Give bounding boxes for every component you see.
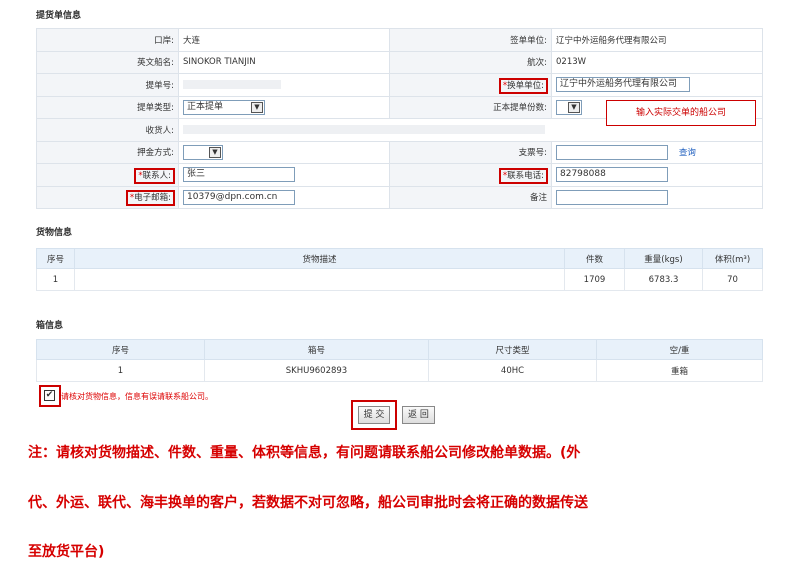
phone-label-cell: *联系电话: (389, 163, 552, 187)
orig-copies-label: 正本提单份数: (389, 95, 552, 119)
cargo-cell (74, 268, 565, 291)
cheque-cell: 查询 (551, 140, 763, 164)
deposit-cell: ▼ (178, 140, 390, 164)
ship-name-label: 英文船名: (36, 50, 179, 74)
phone-input[interactable]: 82798088 (556, 167, 668, 183)
port-value: 大连 (178, 28, 390, 52)
cargo-header: 重量(kgs) (624, 248, 703, 269)
query-link[interactable]: 查询 (679, 148, 696, 158)
box-table: 序号 箱号 尺寸类型 空/重 1 SKHU9602893 40HC 重箱 (36, 339, 763, 382)
box-header: 序号 (36, 339, 205, 360)
signer-value: 辽宁中外运船务代理有限公司 (551, 28, 763, 52)
chevron-down-icon: ▼ (568, 101, 580, 113)
table-row: 1 SKHU9602893 40HC 重箱 (36, 359, 763, 382)
deposit-select[interactable]: ▼ (183, 144, 223, 160)
annotation-callout: 输入实际交单的船公司 (606, 100, 756, 126)
box-section-title: 箱信息 (36, 321, 64, 331)
chevron-down-icon: ▼ (209, 146, 221, 158)
exchange-label-text: 换单单位: (507, 80, 544, 91)
redacted-field (183, 79, 281, 89)
bill-type-select[interactable]: 正本提单 ▼ (183, 99, 265, 115)
email-cell: 10379@dpn.com.cn (178, 185, 390, 209)
cargo-cell: 1709 (564, 268, 625, 291)
signer-label: 签单单位: (389, 28, 552, 52)
ship-name-value: SINOKOR TIANJIN (178, 50, 390, 74)
voyage-value: 0213W (551, 50, 763, 74)
phone-cell: 82798088 (551, 163, 763, 187)
phone-label: *联系电话: (498, 167, 549, 184)
contact-cell: 张三 (178, 163, 390, 187)
deposit-label: 押金方式: (36, 140, 179, 164)
email-input[interactable]: 10379@dpn.com.cn (183, 189, 295, 205)
cargo-cell: 1 (36, 268, 75, 291)
email-label: *电子邮箱: (125, 190, 176, 207)
redacted-field (183, 124, 545, 134)
contact-input[interactable]: 张三 (183, 167, 295, 183)
back-button-wrap: 返 回 (402, 406, 435, 424)
confirm-checkbox-frame: ✔ (39, 385, 61, 407)
table-row: 1 1709 6783.3 70 (36, 268, 763, 291)
note-line-1: 注：请核对货物描述、件数、重量、体积等信息，有问题请联系船公司修改舱单数据。(外 (28, 445, 581, 461)
orig-copies-select[interactable]: ▼ (556, 99, 582, 115)
cargo-table: 序号 货物描述 件数 重量(kgs) 体积(m³) 1 1709 6783.3 … (36, 248, 763, 291)
cargo-header: 货物描述 (74, 248, 565, 269)
box-cell: 40HC (428, 359, 597, 382)
phone-label-text: 联系电话: (507, 170, 544, 181)
exchange-label-cell: *换单单位: (389, 73, 552, 97)
port-label: 口岸: (36, 28, 179, 52)
cheque-input[interactable] (556, 144, 668, 160)
confirm-text: 请核对货物信息，信息有误请联系船公司。 (61, 391, 213, 401)
cargo-cell: 70 (702, 268, 763, 291)
note-line-3: 至放货平台) (28, 544, 105, 560)
bill-no-label: 提单号: (36, 73, 179, 97)
cheque-label: 支票号: (389, 140, 552, 164)
back-button[interactable]: 返 回 (402, 406, 435, 424)
note-line-2: 代、外运、联代、海丰换单的客户，若数据不对可忽略，船公司审批时会将正确的数据传送 (28, 495, 588, 511)
bill-section-title: 提货单信息 (36, 11, 82, 21)
confirm-checkbox[interactable]: ✔ (44, 390, 55, 401)
cargo-header: 序号 (36, 248, 75, 269)
contact-label: *联系人: (134, 167, 175, 184)
cargo-section-title: 货物信息 (36, 228, 73, 238)
remark-cell (551, 185, 763, 209)
consignee-label: 收货人: (36, 118, 179, 142)
box-cell: 重箱 (596, 359, 763, 382)
bill-type-cell: 正本提单 ▼ (178, 95, 390, 119)
confirm-row: ✔ 请核对货物信息，信息有误请联系船公司。 (39, 385, 213, 407)
email-label-cell: *电子邮箱: (36, 185, 179, 209)
bill-no-value (178, 73, 390, 97)
box-cell: SKHU9602893 (204, 359, 429, 382)
box-header: 箱号 (204, 339, 429, 360)
exchange-input[interactable]: 辽宁中外运船务代理有限公司 (556, 77, 690, 93)
exchange-label: *换单单位: (498, 77, 549, 94)
box-header: 空/重 (596, 339, 763, 360)
cargo-cell: 6783.3 (624, 268, 703, 291)
box-header: 尺寸类型 (428, 339, 597, 360)
remark-input[interactable] (556, 189, 668, 205)
bill-type-selected: 正本提单 (187, 101, 224, 112)
remark-label: 备注 (389, 185, 552, 209)
voyage-label: 航次: (389, 50, 552, 74)
exchange-cell: 辽宁中外运船务代理有限公司 (551, 73, 763, 97)
submit-button-frame: 提 交 (351, 400, 397, 430)
cargo-header: 件数 (564, 248, 625, 269)
contact-label-text: 联系人: (142, 170, 171, 181)
cargo-header: 体积(m³) (702, 248, 763, 269)
submit-button[interactable]: 提 交 (357, 406, 391, 424)
box-cell: 1 (36, 359, 205, 382)
email-label-text: 电子邮箱: (134, 193, 171, 204)
contact-label-cell: *联系人: (36, 163, 179, 187)
chevron-down-icon: ▼ (251, 101, 263, 113)
bill-type-label: 提单类型: (36, 95, 179, 119)
